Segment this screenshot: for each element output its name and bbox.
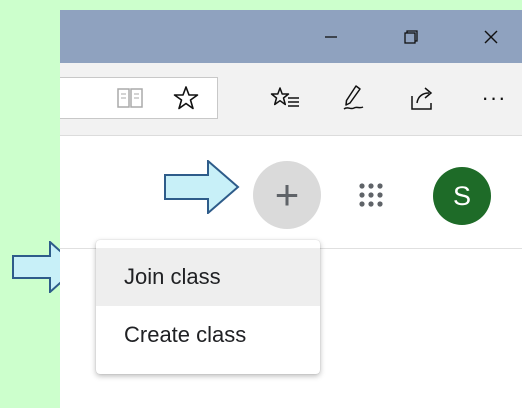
classroom-page: + S Join class Create class (60, 136, 522, 408)
favorite-star-button[interactable] (168, 80, 204, 116)
add-class-menu: Join class Create class (96, 240, 320, 374)
minimize-button[interactable] (308, 10, 354, 63)
browser-toolbar: ··· (60, 63, 522, 136)
more-button[interactable]: ··· (476, 80, 512, 116)
join-class-menu-item[interactable]: Join class (96, 248, 320, 306)
more-icon: ··· (481, 85, 507, 110)
address-bar[interactable] (60, 77, 218, 119)
close-button[interactable] (468, 10, 514, 63)
page: ··· + S Join class Create class (0, 0, 522, 408)
web-note-icon (343, 85, 364, 110)
minimize-icon (325, 35, 337, 38)
web-note-button[interactable] (336, 80, 372, 116)
apps-grid-icon (359, 183, 383, 207)
restore-button[interactable] (388, 10, 434, 63)
favorite-star-icon (173, 86, 199, 110)
reading-view-icon (117, 88, 143, 108)
reading-view-button[interactable] (112, 80, 148, 116)
plus-icon: + (274, 171, 300, 218)
account-avatar[interactable]: S (433, 167, 491, 225)
title-bar (60, 10, 522, 63)
restore-icon (404, 29, 418, 44)
share-icon (411, 87, 433, 110)
create-class-menu-item[interactable]: Create class (96, 306, 320, 364)
browser-window: ··· + S Join class Create class (60, 10, 522, 408)
favorites-list-icon (270, 87, 299, 107)
add-class-button[interactable]: + (253, 161, 321, 229)
pointer-arrow-plus-icon (164, 160, 240, 214)
share-button[interactable] (405, 80, 441, 116)
favorites-list-button[interactable] (267, 80, 303, 116)
close-icon (484, 30, 498, 43)
google-apps-button[interactable] (353, 177, 389, 213)
